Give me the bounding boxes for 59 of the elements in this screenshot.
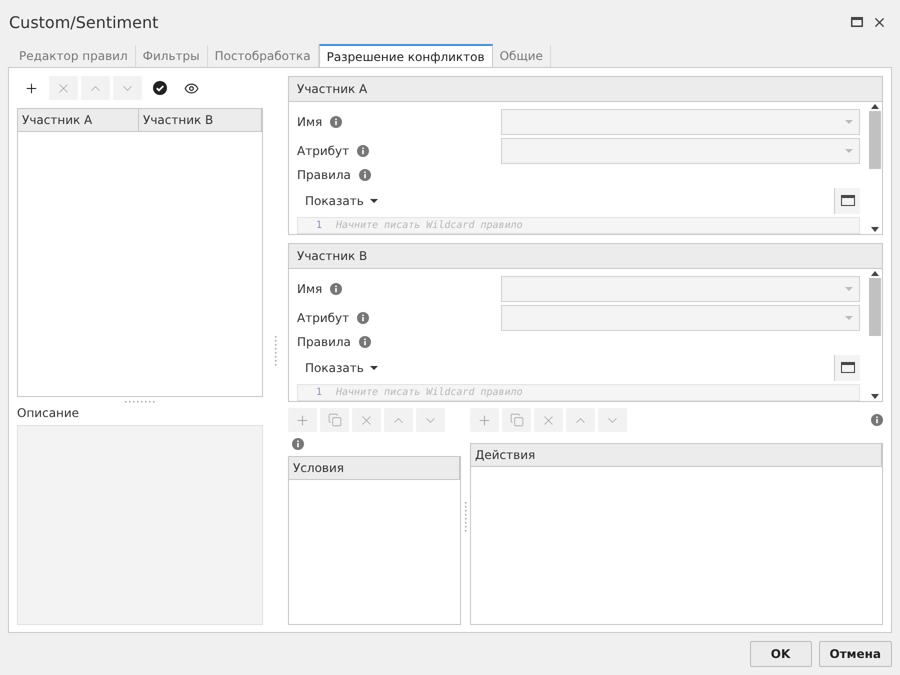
- line-number: 1: [314, 220, 323, 231]
- info-icon: [358, 169, 371, 182]
- scroll-up-icon[interactable]: [871, 104, 879, 109]
- window-title: Custom/Sentiment: [9, 12, 160, 32]
- panel-title: Участник A: [289, 77, 882, 102]
- field-label: Атрибут: [297, 310, 350, 325]
- info-icon: [330, 283, 342, 296]
- editor-placeholder: Начните писать Wildcard правило: [336, 220, 523, 231]
- info-icon: [357, 312, 370, 324]
- ok-button[interactable]: OK: [750, 641, 812, 667]
- info-icon: [357, 144, 370, 157]
- info-icon: [330, 116, 342, 128]
- scroll-down-icon[interactable]: [871, 227, 879, 232]
- scroll-down-icon[interactable]: [871, 394, 879, 399]
- editor-placeholder: Начните писать Wildcard правило: [336, 386, 523, 398]
- copy-icon: [510, 413, 524, 427]
- scroll-up-icon[interactable]: [871, 271, 879, 276]
- column-header[interactable]: Участник A: [18, 109, 139, 131]
- field-label: Правила: [297, 335, 351, 350]
- splitter-handle-icon[interactable]: [125, 400, 155, 402]
- caret-icon: [370, 198, 378, 203]
- copy-icon: [328, 413, 342, 427]
- show-dropdown-button[interactable]: Показать: [297, 360, 386, 375]
- description-field[interactable]: [17, 425, 263, 625]
- check-circle-icon: [152, 81, 166, 95]
- maximize-button[interactable]: [834, 188, 860, 214]
- plus-icon: [295, 412, 310, 428]
- caret-icon: [845, 287, 853, 292]
- plus-icon: [477, 412, 492, 428]
- scrollbar[interactable]: [868, 102, 882, 234]
- info-icon: [358, 336, 371, 348]
- panel-title: Участник B: [289, 244, 882, 269]
- field-label: Правила: [297, 168, 351, 182]
- window-icon: [840, 195, 854, 206]
- splitter-handle-icon[interactable]: [274, 336, 276, 366]
- window-icon: [840, 362, 854, 374]
- column-header[interactable]: Участник B: [139, 109, 262, 131]
- plus-icon: [24, 80, 39, 96]
- cancel-button[interactable]: Отмена: [818, 641, 892, 667]
- info-icon: [292, 438, 304, 450]
- column-header[interactable]: Действия: [471, 444, 882, 466]
- field-label: Имя: [297, 115, 322, 130]
- caret-icon: [370, 366, 378, 370]
- tab[interactable]: Разрешение конфликтов: [318, 44, 493, 68]
- maximize-icon: [851, 17, 863, 27]
- eye-icon: [184, 80, 199, 96]
- line-number: 1: [314, 386, 323, 398]
- field-label: Атрибут: [297, 144, 350, 158]
- caret-icon: [845, 316, 853, 320]
- info-icon: [871, 414, 883, 426]
- caret-icon: [845, 120, 853, 124]
- caret-icon: [845, 148, 853, 153]
- column-header[interactable]: Условия: [289, 457, 460, 479]
- splitter-handle-icon[interactable]: [464, 502, 466, 532]
- show-dropdown-button[interactable]: Показать: [297, 194, 386, 208]
- maximize-button[interactable]: [834, 354, 860, 381]
- description-label: Описание: [17, 406, 80, 420]
- field-label: Имя: [297, 282, 322, 296]
- scrollbar[interactable]: [868, 269, 882, 401]
